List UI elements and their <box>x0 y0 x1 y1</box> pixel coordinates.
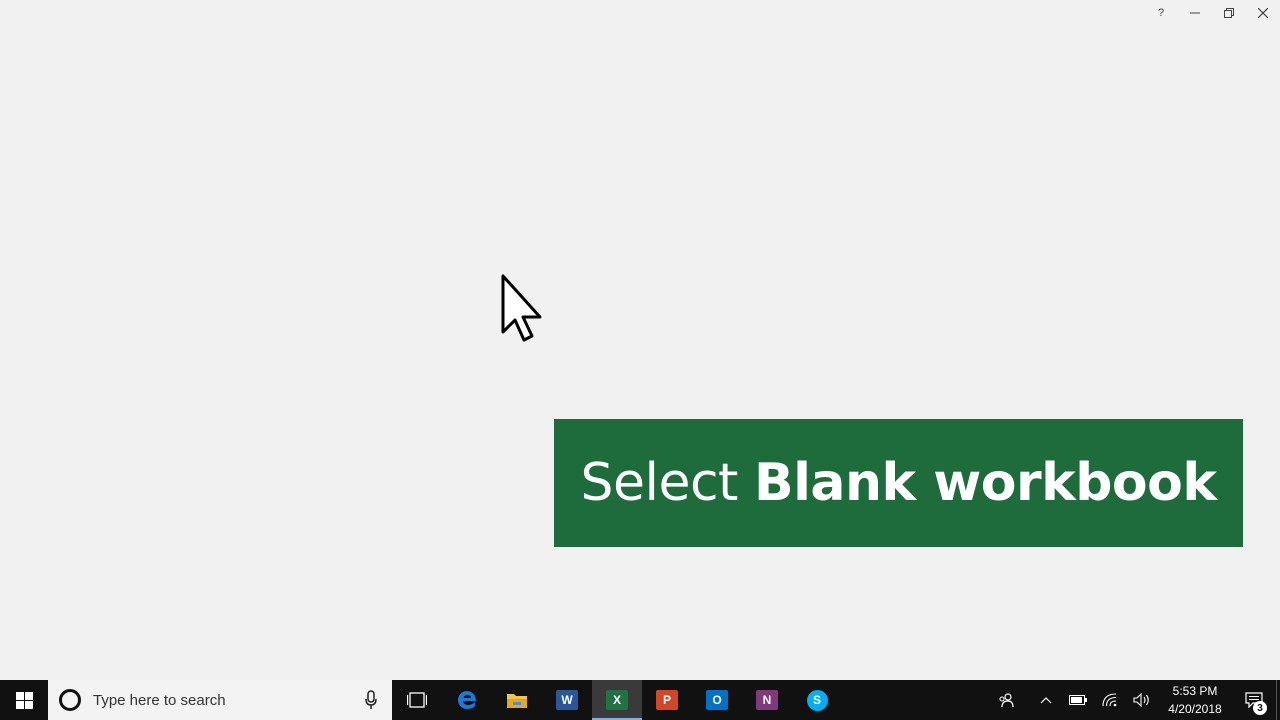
close-button[interactable] <box>1246 0 1280 26</box>
taskbar-app-edge[interactable] <box>442 680 492 720</box>
minimize-icon <box>1190 12 1200 14</box>
taskbar: Type here to search W X P O N S 5:53 PM … <box>0 680 1280 720</box>
callout-prefix: Select <box>580 453 739 513</box>
excel-start-window: ? Select Blank workbook <box>0 0 1280 680</box>
excel-icon: X <box>606 690 628 710</box>
folder-icon <box>507 694 527 708</box>
word-icon: W <box>556 690 578 710</box>
taskbar-clock[interactable]: 5:53 PM 4/20/2018 <box>1158 680 1232 720</box>
clock-time: 5:53 PM <box>1172 684 1218 698</box>
network-button[interactable] <box>1094 680 1126 720</box>
taskbar-app-file-explorer[interactable] <box>492 680 542 720</box>
taskbar-search-box[interactable]: Type here to search <box>48 680 392 720</box>
battery-button[interactable] <box>1062 680 1094 720</box>
taskbar-app-outlook[interactable]: O <box>692 680 742 720</box>
notification-count-badge: 3 <box>1253 701 1267 715</box>
taskbar-app-skype[interactable]: S <box>792 680 842 720</box>
people-icon <box>999 693 1014 708</box>
taskbar-app-word[interactable]: W <box>542 680 592 720</box>
powerpoint-icon: P <box>656 690 678 710</box>
mouse-pointer-icon <box>501 274 542 342</box>
start-button[interactable] <box>0 680 48 720</box>
taskbar-app-excel[interactable]: X <box>592 680 642 720</box>
close-icon <box>1258 8 1268 18</box>
onenote-icon: N <box>756 690 778 710</box>
callout-emphasis: Blank workbook <box>753 453 1217 513</box>
windows-logo-icon <box>15 691 33 709</box>
show-desktop-button[interactable] <box>1276 680 1280 720</box>
outlook-icon: O <box>706 690 728 710</box>
microphone-icon[interactable] <box>364 689 378 711</box>
restore-icon <box>1224 8 1234 18</box>
volume-icon <box>1133 693 1149 707</box>
show-hidden-icons-button[interactable] <box>1030 680 1062 720</box>
chevron-up-icon <box>1040 697 1052 704</box>
taskbar-app-powerpoint[interactable]: P <box>642 680 692 720</box>
task-view-icon <box>407 692 427 708</box>
help-icon: ? <box>1157 7 1165 19</box>
taskbar-app-onenote[interactable]: N <box>742 680 792 720</box>
action-center-button[interactable]: 3 <box>1232 680 1276 720</box>
system-tray: 5:53 PM 4/20/2018 3 <box>990 680 1280 720</box>
people-button[interactable] <box>990 680 1022 720</box>
minimize-button[interactable] <box>1178 0 1212 26</box>
edge-icon <box>458 691 476 709</box>
window-caption-buttons: ? <box>1144 0 1280 26</box>
cortana-icon[interactable] <box>59 689 81 711</box>
volume-button[interactable] <box>1126 680 1158 720</box>
instruction-callout: Select Blank workbook <box>554 419 1243 547</box>
clock-date: 4/20/2018 <box>1168 702 1222 716</box>
task-view-button[interactable] <box>392 680 442 720</box>
help-button[interactable]: ? <box>1144 0 1178 26</box>
search-placeholder: Type here to search <box>93 691 226 709</box>
skype-icon: S <box>806 689 828 711</box>
battery-icon <box>1069 695 1087 705</box>
restore-button[interactable] <box>1212 0 1246 26</box>
wifi-icon <box>1102 693 1117 707</box>
